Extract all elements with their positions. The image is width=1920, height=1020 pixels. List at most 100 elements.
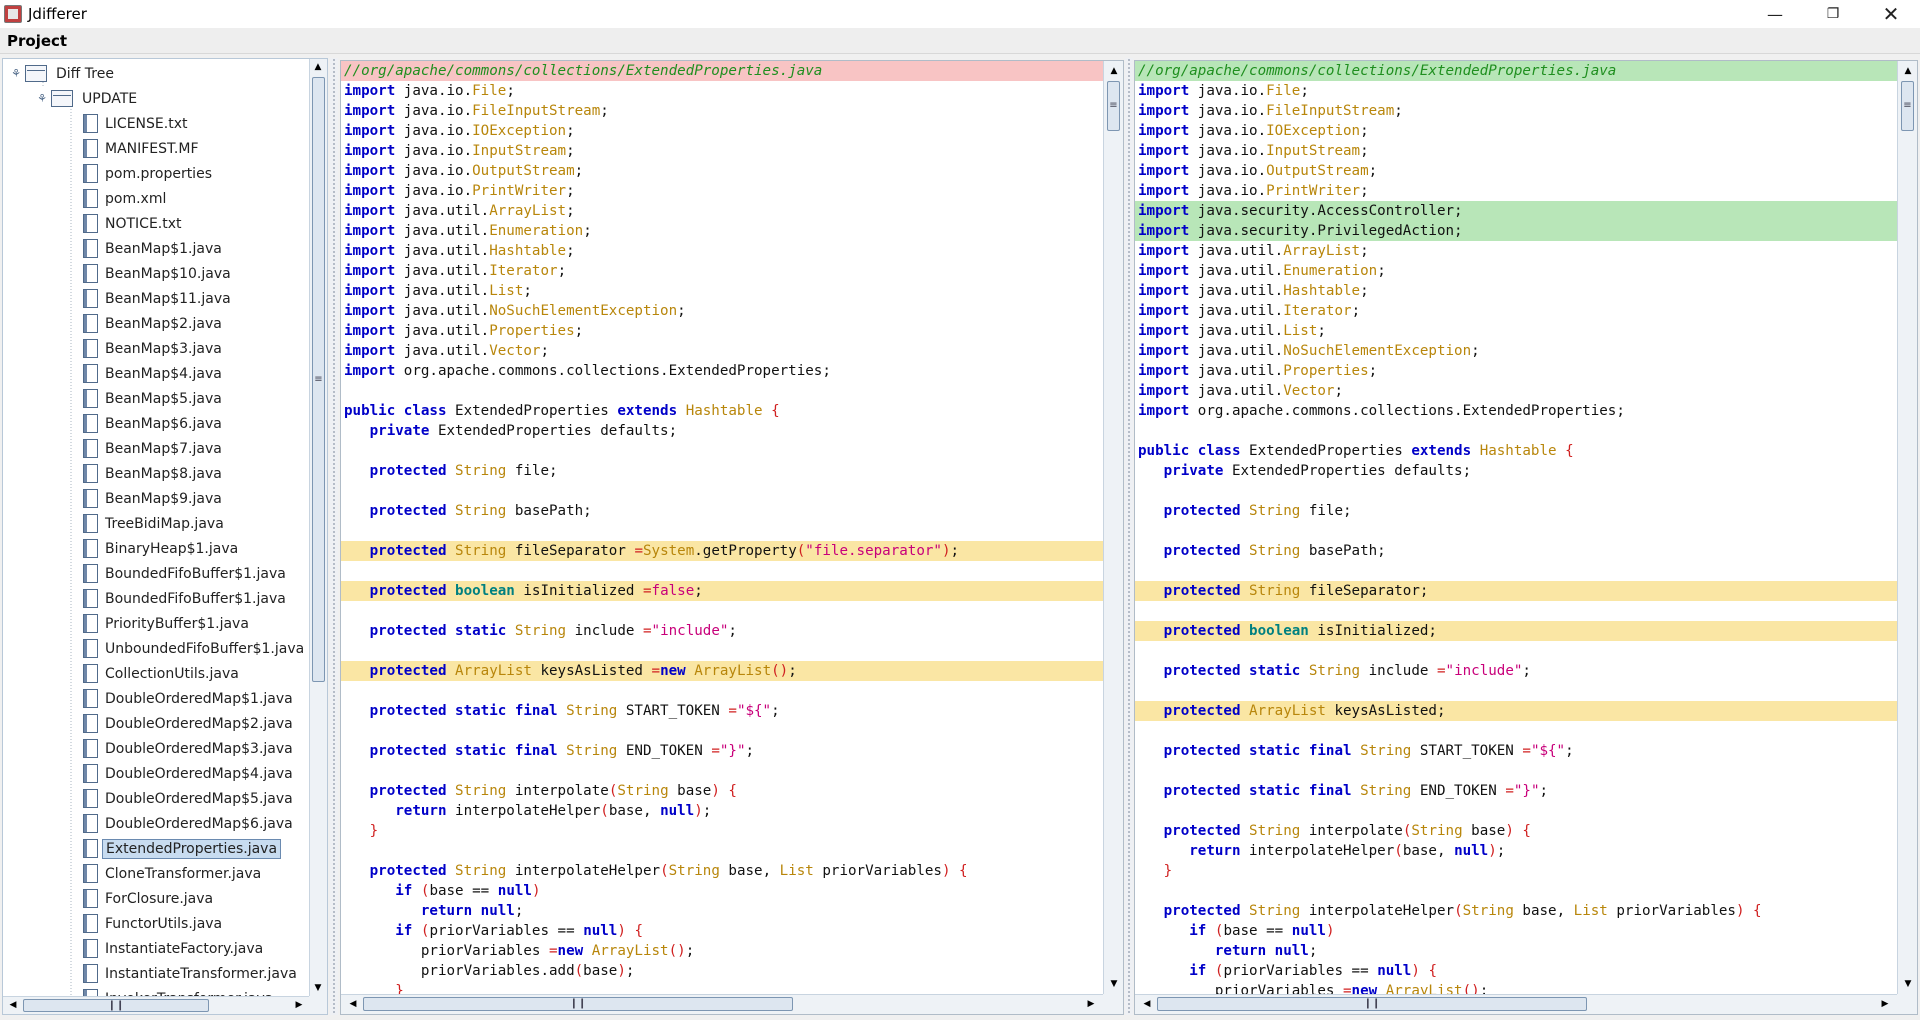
scroll-down-arrow-icon[interactable]: ▼ <box>310 980 326 996</box>
tree-horizontal-scrollbar[interactable]: ◀ ❙❙ ▶ <box>3 996 309 1014</box>
tree-file-item[interactable]: pom.xml <box>83 186 169 211</box>
tree-file-item[interactable]: NOTICE.txt <box>83 211 185 236</box>
scroll-right-arrow-icon[interactable]: ▶ <box>1877 996 1893 1012</box>
tree-file-item[interactable]: BinaryHeap$1.java <box>83 536 241 561</box>
left-vertical-scroll-thumb[interactable]: ≡ <box>1107 81 1120 131</box>
tree-file-item[interactable]: TreeBidiMap.java <box>83 511 227 536</box>
tree-update-folder[interactable]: ⚘ UPDATE <box>35 86 140 111</box>
right-vertical-scrollbar[interactable]: ▲ ≡ ▼ <box>1897 61 1917 994</box>
tree-file-item[interactable]: BeanMap$5.java <box>83 386 225 411</box>
scroll-up-arrow-icon[interactable]: ▲ <box>310 59 326 75</box>
menu-project[interactable]: Project <box>0 32 67 50</box>
tree-file-item[interactable]: InvokerTransformer.java <box>83 986 276 996</box>
tree-file-label: BeanMap$11.java <box>105 290 231 307</box>
scroll-left-arrow-icon[interactable]: ◀ <box>345 996 361 1012</box>
tree-file-item[interactable]: BeanMap$10.java <box>83 261 234 286</box>
code-token: ) <box>1505 823 1514 839</box>
scroll-right-arrow-icon[interactable]: ▶ <box>1083 996 1099 1012</box>
tree-file-item[interactable]: MANIFEST.MF <box>83 136 202 161</box>
tree-file-item[interactable]: BeanMap$9.java <box>83 486 225 511</box>
tree-file-item[interactable]: BoundedFifoBuffer$1.java <box>83 586 289 611</box>
tree-file-item[interactable]: DoubleOrderedMap$4.java <box>83 761 296 786</box>
tree-file-item[interactable]: BeanMap$3.java <box>83 336 225 361</box>
tree-file-item[interactable]: BeanMap$8.java <box>83 461 225 486</box>
tree-file-item[interactable]: DoubleOrderedMap$6.java <box>83 811 296 836</box>
scroll-right-arrow-icon[interactable]: ▶ <box>291 997 307 1013</box>
collapse-toggle-icon[interactable]: ⚘ <box>9 67 23 80</box>
tree-file-item[interactable]: CloneTransformer.java <box>83 861 264 886</box>
tree-file-item[interactable]: BeanMap$11.java <box>83 286 234 311</box>
code-token: java.util. <box>1197 383 1284 399</box>
code-token: protected static final <box>1163 743 1352 759</box>
tree-file-item[interactable]: DoubleOrderedMap$3.java <box>83 736 296 761</box>
code-token: ) <box>1488 843 1497 859</box>
code-token: protected <box>369 463 447 479</box>
code-token: ; <box>1368 163 1378 179</box>
tree-file-item[interactable]: CollectionUtils.java <box>83 661 242 686</box>
scroll-left-arrow-icon[interactable]: ◀ <box>5 997 21 1013</box>
code-token: String <box>566 743 618 759</box>
file-icon <box>83 539 98 558</box>
tree-file-item[interactable]: ExtendedProperties.java <box>83 836 282 861</box>
tree-file-item[interactable]: InstantiateTransformer.java <box>83 961 300 986</box>
code-token: InputStream <box>472 143 567 159</box>
tree-root[interactable]: ⚘ Diff Tree <box>9 61 117 86</box>
code-splitter[interactable] <box>1125 58 1133 1015</box>
code-token: //org/apache/commons/collections/Extende… <box>344 63 823 79</box>
tree-vertical-scroll-thumb[interactable]: ≡ <box>312 77 325 682</box>
right-vertical-scroll-thumb[interactable]: ≡ <box>1901 81 1914 131</box>
code-token: include <box>1368 663 1437 679</box>
left-horizontal-scroll-thumb[interactable]: ❙❙ <box>363 997 793 1011</box>
tree-file-item[interactable]: BeanMap$7.java <box>83 436 225 461</box>
tree-file-item[interactable]: LICENSE.txt <box>83 111 190 136</box>
scroll-left-arrow-icon[interactable]: ◀ <box>1139 996 1155 1012</box>
minimize-button[interactable]: — <box>1746 0 1804 28</box>
tree-vertical-scrollbar[interactable]: ▲ ≡ ▼ <box>309 59 327 996</box>
code-token: ; <box>728 623 737 639</box>
scroll-down-arrow-icon[interactable]: ▼ <box>1106 976 1122 992</box>
code-token: = <box>549 943 558 959</box>
code-token: String <box>1411 823 1463 839</box>
tree-horizontal-scroll-thumb[interactable]: ❙❙ <box>23 999 209 1012</box>
code-token: java.security.AccessController; <box>1197 203 1463 219</box>
collapse-toggle-icon[interactable]: ⚘ <box>35 92 49 105</box>
code-token: IOException <box>472 123 567 139</box>
tree-file-item[interactable]: DoubleOrderedMap$1.java <box>83 686 296 711</box>
tree-file-item[interactable]: DoubleOrderedMap$2.java <box>83 711 296 736</box>
tree-file-item[interactable]: ForClosure.java <box>83 886 216 911</box>
code-token: if <box>395 923 413 939</box>
tree-file-item[interactable]: DoubleOrderedMap$5.java <box>83 786 296 811</box>
right-code-view[interactable]: //org/apache/commons/collections/Extende… <box>1135 61 1897 994</box>
tree-file-item[interactable]: FunctorUtils.java <box>83 911 225 936</box>
tree-file-item[interactable]: UnboundedFifoBuffer$1.java <box>83 636 307 661</box>
tree-file-item[interactable]: BeanMap$2.java <box>83 311 225 336</box>
code-token: InputStream <box>1266 143 1361 159</box>
tree-file-item[interactable]: BeanMap$6.java <box>83 411 225 436</box>
close-button[interactable]: ✕ <box>1862 0 1920 28</box>
code-token: String <box>1249 583 1301 599</box>
right-code-line: if (priorVariables == null) { <box>1135 961 1897 981</box>
tree-file-item[interactable]: BeanMap$1.java <box>83 236 225 261</box>
code-token: "${" <box>1530 743 1566 759</box>
maximize-button[interactable]: ❐ <box>1804 0 1862 28</box>
scroll-up-arrow-icon[interactable]: ▲ <box>1900 63 1916 79</box>
tree-file-item[interactable]: BeanMap$4.java <box>83 361 225 386</box>
right-horizontal-scrollbar[interactable]: ◀ ❙❙ ▶ <box>1135 994 1897 1014</box>
left-vertical-scrollbar[interactable]: ▲ ≡ ▼ <box>1103 61 1123 994</box>
scroll-down-arrow-icon[interactable]: ▼ <box>1900 976 1916 992</box>
tree-splitter[interactable] <box>330 58 338 1015</box>
tree-file-item[interactable]: BoundedFifoBuffer$1.java <box>83 561 289 586</box>
right-horizontal-scroll-thumb[interactable]: ❙❙ <box>1157 997 1587 1011</box>
code-token: keysAsListed <box>540 663 652 679</box>
left-code-view[interactable]: //org/apache/commons/collections/Extende… <box>341 61 1103 994</box>
scroll-up-arrow-icon[interactable]: ▲ <box>1106 63 1122 79</box>
tree-file-item[interactable]: pom.properties <box>83 161 215 186</box>
tree-file-item[interactable]: PriorityBuffer$1.java <box>83 611 252 636</box>
left-horizontal-scrollbar[interactable]: ◀ ❙❙ ▶ <box>341 994 1103 1014</box>
tree-file-item[interactable]: InstantiateFactory.java <box>83 936 266 961</box>
code-token: ; <box>1351 303 1361 319</box>
